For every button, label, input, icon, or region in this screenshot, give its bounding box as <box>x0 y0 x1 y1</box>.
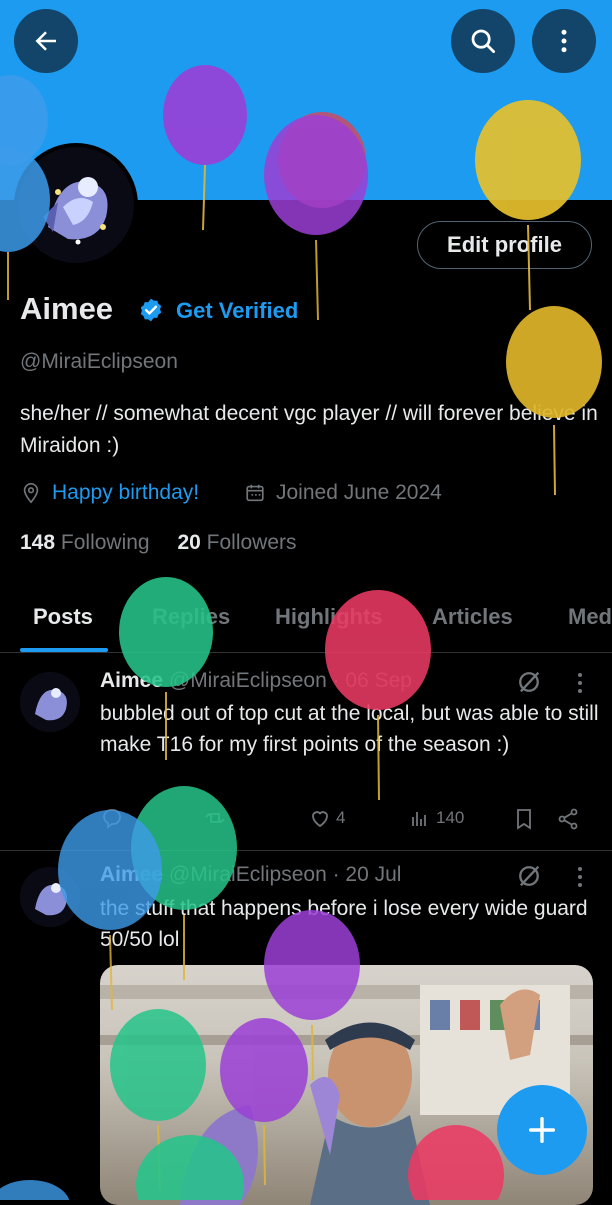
more-vertical-icon <box>561 29 567 53</box>
search-icon <box>471 29 495 53</box>
verified-badge-icon <box>140 298 162 322</box>
tab-highlights[interactable]: Highlights <box>275 604 383 630</box>
bookmark-icon[interactable] <box>512 807 536 831</box>
share-icon[interactable] <box>556 807 580 831</box>
get-verified-link[interactable]: Get Verified <box>176 298 298 324</box>
joined-text: Joined June 2024 <box>276 481 442 504</box>
arrow-left-icon <box>35 31 56 51</box>
follow-stats: 148 Following 20 Followers <box>20 531 297 555</box>
analytics-icon <box>412 812 426 826</box>
tab-media[interactable]: Media <box>568 604 612 630</box>
post-more-icon[interactable] <box>570 864 590 890</box>
avatar-image <box>18 147 134 263</box>
post-text: the stuff that happens before i lose eve… <box>100 897 588 951</box>
profile-avatar[interactable] <box>14 143 138 267</box>
post-header: Aimee @MiraiEclipseon · 20 Jul <box>100 863 401 887</box>
post-more-icon[interactable] <box>570 670 590 696</box>
profile-bio: she/her // somewhat decent vgc player //… <box>20 402 598 457</box>
reply-button[interactable] <box>100 806 124 830</box>
post-author[interactable]: Aimee <box>100 669 163 692</box>
location-pin-icon <box>23 483 39 504</box>
post-header: Aimee @MiraiEclipseon · 06 Sep <box>100 669 412 693</box>
active-tab-indicator <box>20 648 108 652</box>
post-divider <box>0 850 612 851</box>
reply-icon <box>103 809 121 829</box>
post-text: bubbled out of top cut at the local, but… <box>100 702 599 756</box>
balloon-icon <box>0 1180 70 1200</box>
profile-name: Aimee <box>20 291 114 326</box>
heart-icon <box>312 811 328 828</box>
post-meta: @MiraiEclipseon · 20 Jul <box>168 863 402 886</box>
edit-profile-button[interactable]: Edit profile <box>417 221 592 269</box>
plus-icon <box>528 1116 556 1144</box>
followers-link[interactable]: 20 Followers <box>177 531 296 554</box>
joined-row: Joined June 2024 <box>244 481 442 505</box>
post-avatar[interactable] <box>20 867 80 927</box>
back-button[interactable] <box>14 9 78 73</box>
grok-icon[interactable] <box>515 862 543 890</box>
more-options-button[interactable] <box>532 9 596 73</box>
tab-articles[interactable]: Articles <box>432 604 513 630</box>
location-text[interactable]: Happy birthday! <box>52 481 199 505</box>
view-count: 140 <box>436 808 465 827</box>
post-author[interactable]: Aimee <box>100 863 163 886</box>
location-row: Happy birthday! <box>20 481 199 505</box>
tab-posts[interactable]: Posts <box>33 604 93 630</box>
compose-post-button[interactable] <box>497 1085 587 1175</box>
like-count: 4 <box>336 808 346 827</box>
profile-tabs: Posts Replies Highlights Articles Media <box>0 590 612 653</box>
repost-icon <box>205 812 225 824</box>
profile-handle: @MiraiEclipseon <box>20 350 178 373</box>
post-meta: @MiraiEclipseon · 06 Sep <box>168 669 412 692</box>
avatar-image <box>20 867 80 927</box>
like-button[interactable]: 4 <box>308 806 345 830</box>
avatar-image <box>20 672 80 732</box>
post-avatar[interactable] <box>20 672 80 732</box>
grok-icon[interactable] <box>515 668 543 696</box>
search-button[interactable] <box>451 9 515 73</box>
calendar-icon <box>246 484 264 502</box>
views-button[interactable]: 140 <box>408 806 464 830</box>
tab-replies[interactable]: Replies <box>152 604 230 630</box>
repost-button[interactable] <box>203 806 227 830</box>
following-link[interactable]: 148 Following <box>20 531 150 554</box>
